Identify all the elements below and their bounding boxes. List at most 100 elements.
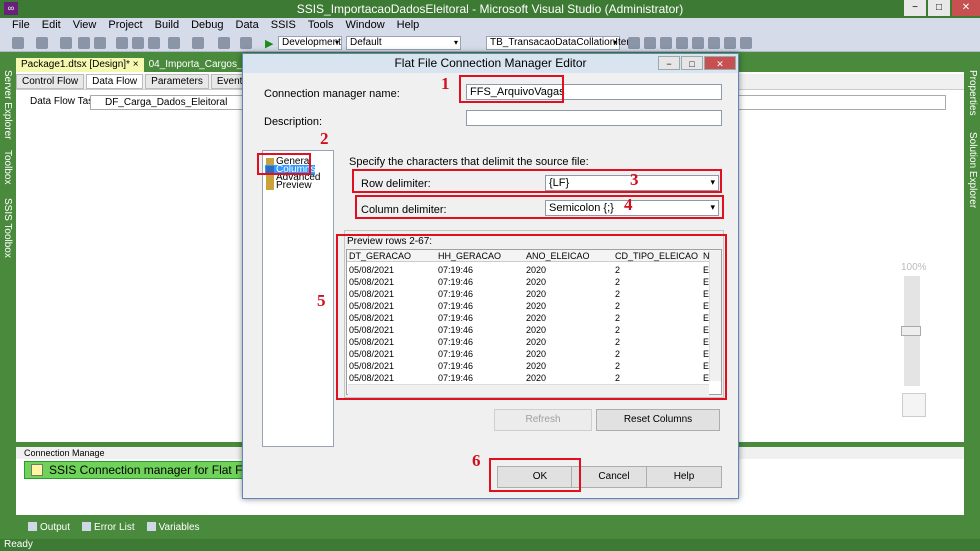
preview-icon — [266, 182, 274, 190]
close-icon[interactable]: × — [133, 59, 139, 70]
solution-platform-combo[interactable]: Default ▾ — [346, 36, 461, 50]
redo-icon[interactable] — [192, 37, 204, 49]
chevron-down-icon: ▾ — [334, 38, 339, 47]
data-flow-task-value: DF_Carga_Dados_Eleitoral — [105, 97, 228, 108]
nav-preview[interactable]: Preview — [265, 181, 312, 191]
menu-bar: File Edit View Project Build Debug Data … — [0, 18, 980, 34]
save-icon[interactable] — [78, 37, 90, 49]
extensions-icon[interactable] — [692, 37, 704, 49]
variables-icon — [146, 522, 156, 531]
annotation-number-4: 4 — [624, 195, 633, 214]
connection-manager-item[interactable]: SSIS Connection manager for Flat F — [24, 461, 254, 479]
tab-control-flow[interactable]: Control Flow — [16, 74, 85, 89]
find-icon[interactable] — [240, 37, 252, 49]
new-project-icon[interactable] — [12, 37, 24, 49]
tab-error-list-label: Error List — [94, 522, 135, 533]
status-bar: Ready — [0, 539, 980, 551]
annotation-number-6: 6 — [472, 451, 481, 470]
menu-view[interactable]: View — [67, 18, 103, 34]
excel-icon[interactable] — [708, 37, 720, 49]
refresh-button[interactable]: Refresh — [494, 409, 592, 431]
annotation-number-2: 2 — [320, 129, 329, 148]
right-tool-strip: Properties Solution Explorer — [964, 52, 980, 539]
output-icon — [28, 522, 37, 531]
connection-manager-item-label: SSIS Connection manager for Flat F — [49, 463, 243, 477]
start-debug-icon[interactable]: ▶ — [265, 37, 273, 50]
specify-delimiters-label: Specify the characters that delimit the … — [349, 156, 589, 168]
left-tool-strip: Server Explorer Toolbox SSIS Toolbox — [0, 52, 16, 539]
window-title: SSIS_ImportacaoDadosEleitoral - Microsof… — [296, 2, 684, 16]
annotation-box-3 — [352, 169, 722, 193]
description-label: Description: — [264, 116, 323, 128]
tab-output[interactable]: Output — [22, 519, 76, 537]
ssis-toolbox-tab[interactable]: SSIS Toolbox — [2, 198, 13, 258]
tab-variables-label: Variables — [158, 522, 200, 533]
annotation-box-4 — [355, 195, 724, 219]
navigate-icon[interactable] — [218, 37, 230, 49]
chevron-down-icon: ▾ — [612, 38, 617, 47]
object-combo[interactable]: TB_TransacaoDataCollationItem ▾ — [486, 36, 635, 50]
menu-file[interactable]: File — [6, 18, 36, 34]
object-browser-icon[interactable] — [660, 37, 672, 49]
menu-build[interactable]: Build — [149, 18, 185, 34]
annotation-box-6 — [489, 458, 581, 492]
annotation-box-2 — [257, 153, 311, 175]
save-all-icon[interactable] — [94, 37, 106, 49]
solution-explorer-icon[interactable] — [628, 37, 640, 49]
close-button[interactable]: ✕ — [952, 0, 980, 16]
layout-icon[interactable] — [740, 37, 752, 49]
tools-icon[interactable] — [724, 37, 736, 49]
chevron-down-icon: ▾ — [453, 38, 458, 47]
zoom-to-fit-button[interactable] — [902, 393, 926, 417]
copy-icon[interactable] — [132, 37, 144, 49]
add-item-icon[interactable] — [36, 37, 48, 49]
menu-project[interactable]: Project — [102, 18, 148, 34]
cancel-button[interactable]: Cancel — [571, 466, 657, 488]
tab-output-label: Output — [40, 522, 71, 533]
annotation-box-1 — [459, 75, 564, 103]
reset-columns-button[interactable]: Reset Columns — [596, 409, 720, 431]
tab-data-flow[interactable]: Data Flow — [86, 74, 144, 89]
menu-data[interactable]: Data — [230, 18, 265, 34]
menu-debug[interactable]: Debug — [185, 18, 229, 34]
tab-package1-label: Package1.dtsx [Design]* — [21, 59, 130, 70]
error-list-icon — [82, 522, 92, 531]
connection-name-label: Connection manager name: — [264, 88, 400, 100]
menu-ssis[interactable]: SSIS — [265, 18, 302, 34]
toolbar: ▶ Development ▾ Default ▾ TB_TransacaoDa… — [0, 34, 980, 52]
paste-icon[interactable] — [148, 37, 160, 49]
dialog-title: Flat File Connection Manager Editor — [394, 56, 587, 70]
tab-error-list[interactable]: Error List — [76, 519, 141, 537]
maximize-button[interactable]: □ — [928, 0, 950, 16]
tab-variables[interactable]: Variables — [141, 519, 206, 537]
properties-tab[interactable]: Properties — [967, 70, 978, 116]
dialog-close-button[interactable]: ✕ — [704, 56, 736, 70]
menu-window[interactable]: Window — [340, 18, 391, 34]
tab-package1[interactable]: Package1.dtsx [Design]* × — [16, 58, 144, 72]
menu-help[interactable]: Help — [391, 18, 426, 34]
server-explorer-tab[interactable]: Server Explorer — [2, 70, 13, 139]
description-input[interactable] — [466, 110, 722, 126]
dialog-minimize-button[interactable]: − — [658, 56, 680, 70]
menu-edit[interactable]: Edit — [36, 18, 67, 34]
help-button[interactable]: Help — [646, 466, 722, 488]
zoom-label: 100% — [901, 262, 927, 273]
solution-config-combo[interactable]: Development ▾ — [278, 36, 342, 50]
tab-parameters[interactable]: Parameters — [145, 74, 209, 89]
minimize-button[interactable]: − — [904, 0, 926, 16]
menu-tools[interactable]: Tools — [302, 18, 340, 34]
undo-icon[interactable] — [168, 37, 180, 49]
properties-icon[interactable] — [644, 37, 656, 49]
dialog-maximize-button[interactable]: □ — [681, 56, 703, 70]
bottom-tool-tabs: Output Error List Variables — [16, 519, 964, 537]
zoom-slider-thumb[interactable] — [901, 326, 921, 336]
flat-file-icon — [31, 464, 43, 476]
solution-explorer-tab[interactable]: Solution Explorer — [967, 132, 978, 208]
solution-config-value: Development — [282, 37, 341, 48]
annotation-number-1: 1 — [441, 74, 450, 93]
open-icon[interactable] — [60, 37, 72, 49]
cut-icon[interactable] — [116, 37, 128, 49]
annotation-box-5 — [336, 234, 727, 400]
toolbox-icon[interactable] — [676, 37, 688, 49]
toolbox-tab[interactable]: Toolbox — [2, 150, 13, 184]
